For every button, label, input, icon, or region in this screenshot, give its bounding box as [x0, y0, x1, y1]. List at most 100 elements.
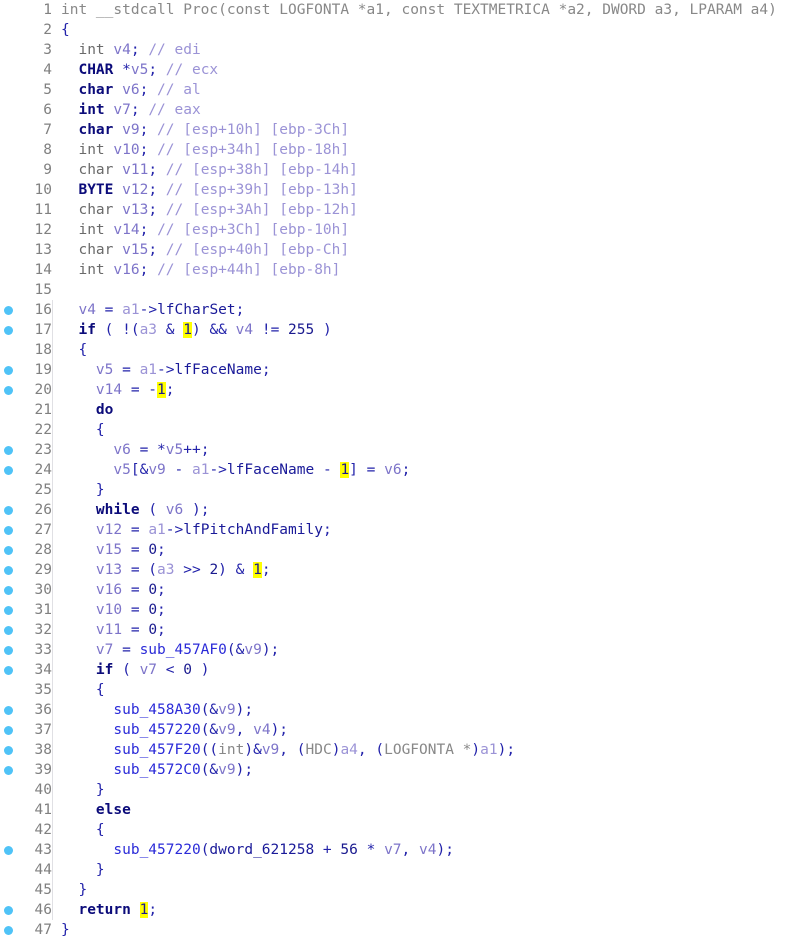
code-token[interactable]: ;	[148, 202, 165, 218]
code-text[interactable]: while ( v6 );	[52, 500, 802, 520]
code-line[interactable]: 37 sub_457220(&v9, v4);	[0, 720, 802, 740]
code-token[interactable]: v14	[113, 222, 139, 238]
code-token[interactable]: (&	[201, 722, 218, 738]
breakpoint-gutter-cell[interactable]	[0, 420, 20, 440]
code-line[interactable]: 2{	[0, 20, 802, 40]
code-token[interactable]: // [esp+10h] [ebp-3Ch]	[157, 122, 349, 138]
code-text[interactable]: char v11; // [esp+38h] [ebp-14h]	[52, 160, 802, 180]
code-token[interactable]: int	[61, 142, 113, 158]
code-token[interactable]: );	[271, 722, 288, 738]
code-token[interactable]: char	[61, 162, 122, 178]
code-token[interactable]: ->	[209, 462, 226, 478]
breakpoint-gutter-cell[interactable]	[0, 580, 20, 600]
code-token[interactable]: return	[61, 902, 140, 918]
code-line[interactable]: 9 char v11; // [esp+38h] [ebp-14h]	[0, 160, 802, 180]
breakpoint-gutter-cell[interactable]	[0, 740, 20, 760]
code-text[interactable]: v16 = 0;	[52, 580, 802, 600]
code-token[interactable]: sub_457F20	[61, 742, 200, 758]
breakpoint-dot-icon[interactable]	[4, 546, 13, 555]
breakpoint-dot-icon[interactable]	[4, 646, 13, 655]
code-text[interactable]: sub_457220(&v9, v4);	[52, 720, 802, 740]
code-text[interactable]: {	[52, 680, 802, 700]
code-token[interactable]: v4	[113, 42, 130, 58]
code-text[interactable]: return 1;	[52, 900, 802, 920]
code-token[interactable]: a3	[157, 562, 174, 578]
code-text[interactable]: }	[52, 860, 802, 880]
code-token[interactable]: {	[61, 422, 105, 438]
code-token[interactable]: ->	[166, 522, 183, 538]
code-token[interactable]: int	[61, 262, 113, 278]
code-token[interactable]: (&	[227, 642, 244, 658]
code-line[interactable]: 36 sub_458A30(&v9);	[0, 700, 802, 720]
code-token[interactable]: , (	[358, 742, 384, 758]
breakpoint-gutter-cell[interactable]	[0, 660, 20, 680]
code-text[interactable]: sub_457F20((int)&v9, (HDC)a4, (LOGFONTA …	[52, 740, 802, 760]
code-token[interactable]: v9	[218, 702, 235, 718]
code-token[interactable]: -	[314, 462, 340, 478]
code-token[interactable]: sub_457220	[61, 842, 200, 858]
code-line[interactable]: 44 }	[0, 860, 802, 880]
code-text[interactable]: BYTE v12; // [esp+39h] [ebp-13h]	[52, 180, 802, 200]
code-lines-container[interactable]: 1 int __stdcall Proc(const LOGFONTA *a1, …	[0, 0, 802, 940]
code-token[interactable]: lfCharSet	[157, 302, 236, 318]
code-token[interactable]: char	[61, 82, 122, 98]
breakpoint-gutter-cell[interactable]	[0, 220, 20, 240]
code-token[interactable]: v11	[61, 622, 131, 638]
code-token[interactable]: (&	[201, 762, 218, 778]
code-line[interactable]: 7 char v9; // [esp+10h] [ebp-3Ch]	[0, 120, 802, 140]
code-text[interactable]: if ( v7 < 0 )	[52, 660, 802, 680]
code-token[interactable]: }	[61, 782, 105, 798]
code-text[interactable]: int v4; // edi	[52, 40, 802, 60]
code-token[interactable]: ->	[140, 302, 157, 318]
breakpoint-gutter-cell[interactable]	[0, 640, 20, 660]
code-token[interactable]: // [esp+3Ch] [ebp-10h]	[157, 222, 349, 238]
code-token[interactable]: }	[61, 882, 87, 898]
code-token[interactable]: 1	[139, 902, 149, 918]
code-token[interactable]: // [esp+34h] [ebp-18h]	[157, 142, 349, 158]
code-token[interactable]: ;	[140, 262, 157, 278]
code-token[interactable]: {	[61, 682, 105, 698]
code-line[interactable]: 26 while ( v6 );	[0, 500, 802, 520]
code-line[interactable]: 12 int v14; // [esp+3Ch] [ebp-10h]	[0, 220, 802, 240]
code-line[interactable]: 15	[0, 280, 802, 300]
code-token[interactable]: =	[131, 602, 148, 618]
code-line[interactable]: 5 char v6; // al	[0, 80, 802, 100]
breakpoint-gutter-cell[interactable]	[0, 280, 20, 300]
code-text[interactable]: sub_4572C0(&v9);	[52, 760, 802, 780]
code-token[interactable]: v4	[236, 322, 253, 338]
code-line[interactable]: 32 v11 = 0;	[0, 620, 802, 640]
code-token[interactable]: v11	[122, 162, 148, 178]
code-line[interactable]: 39 sub_4572C0(&v9);	[0, 760, 802, 780]
code-token[interactable]: v6	[61, 442, 140, 458]
code-token[interactable]: 0	[148, 582, 157, 598]
code-token[interactable]: 255	[288, 322, 314, 338]
code-token[interactable]: v16	[61, 582, 131, 598]
code-text[interactable]: int __stdcall Proc(const LOGFONTA *a1, c…	[52, 0, 802, 20]
breakpoint-gutter-cell[interactable]	[0, 60, 20, 80]
breakpoint-gutter-cell[interactable]	[0, 440, 20, 460]
breakpoint-gutter-cell[interactable]	[0, 900, 20, 920]
code-token[interactable]: lfPitchAndFamily	[183, 522, 323, 538]
code-token[interactable]: ,	[402, 842, 419, 858]
code-token[interactable]: (	[148, 502, 165, 518]
code-token[interactable]: );	[436, 842, 453, 858]
breakpoint-dot-icon[interactable]	[4, 466, 13, 475]
code-text[interactable]: int v7; // eax	[52, 100, 802, 120]
code-token[interactable]: 1	[340, 462, 350, 478]
breakpoint-gutter-cell[interactable]	[0, 680, 20, 700]
code-text[interactable]: CHAR *v5; // ecx	[52, 60, 802, 80]
breakpoint-dot-icon[interactable]	[4, 906, 13, 915]
code-token[interactable]: ;	[140, 222, 157, 238]
code-text[interactable]: char v15; // [esp+40h] [ebp-Ch]	[52, 240, 802, 260]
code-token[interactable]: do	[61, 402, 113, 418]
code-token[interactable]: 0	[148, 602, 157, 618]
breakpoint-gutter-cell[interactable]	[0, 520, 20, 540]
code-token[interactable]: v15	[122, 242, 148, 258]
code-token[interactable]: // [esp+3Ah] [ebp-12h]	[166, 202, 358, 218]
code-token[interactable]: a1	[122, 302, 139, 318]
code-text[interactable]: v7 = sub_457AF0(&v9);	[52, 640, 802, 660]
code-line[interactable]: 14 int v16; // [esp+44h] [ebp-8h]	[0, 260, 802, 280]
code-text[interactable]: v5 = a1->lfFaceName;	[52, 360, 802, 380]
code-line[interactable]: 24 v5[&v9 - a1->lfFaceName - 1] = v6;	[0, 460, 802, 480]
code-token[interactable]: v12	[122, 182, 148, 198]
